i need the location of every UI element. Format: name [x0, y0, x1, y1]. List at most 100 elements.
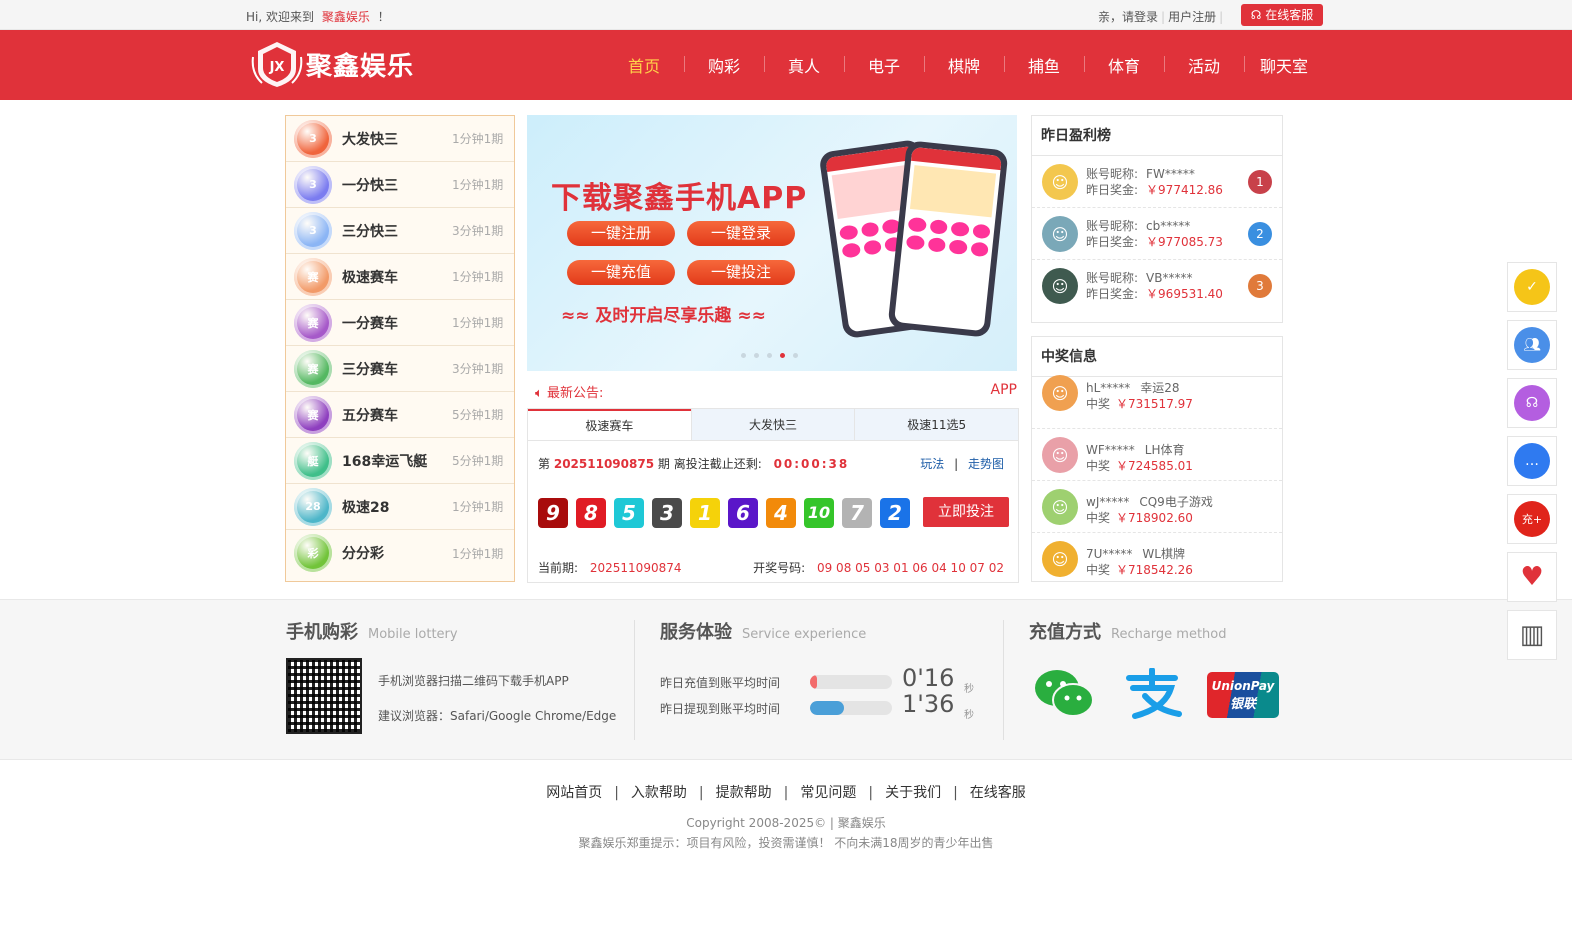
app-link[interactable]: APP [991, 382, 1017, 398]
lottery-icon: 赛 [294, 349, 332, 388]
footer-link[interactable]: 常见问题 [800, 785, 856, 801]
lottery-item[interactable]: 赛五分赛车 5分钟1期 [286, 392, 514, 438]
winner-nick: hL***** [1086, 381, 1131, 395]
nav-item[interactable]: 体育 [1084, 53, 1164, 77]
tab-dafa-kuaisan[interactable]: 大发快三 [690, 409, 855, 440]
headset-icon: ☊ [1250, 8, 1266, 22]
float-tool-button[interactable]: ♥ [1507, 552, 1557, 602]
notice-label: 🔈︎ 最新公告: [535, 382, 603, 401]
footer-link[interactable]: 关于我们 [885, 785, 941, 801]
lottery-item[interactable]: 赛一分赛车 1分钟1期 [286, 300, 514, 346]
banner-dot[interactable] [741, 353, 746, 358]
avatar: ☺ [1042, 216, 1078, 252]
lottery-icon: 彩 [294, 534, 332, 572]
nav-item[interactable]: 聊天室 [1244, 53, 1324, 77]
float-tool-button[interactable]: … [1507, 436, 1557, 486]
link-separator: | [953, 785, 958, 801]
nav-item[interactable]: 真人 [764, 53, 844, 77]
banner-dot[interactable] [780, 353, 785, 358]
banner-dot[interactable] [793, 353, 798, 358]
banner-dot[interactable] [767, 353, 772, 358]
lottery-period: 5分钟1期 [452, 408, 504, 422]
ranking-nick-line: 账号昵称: cb***** [1086, 217, 1190, 234]
winner-amount-line: 中奖 ￥718902.60 [1086, 509, 1193, 526]
rank-medal: 1 [1248, 170, 1272, 194]
footer-link[interactable]: 入款帮助 [631, 785, 687, 801]
online-service-button[interactable]: ☊ 在线客服 [1241, 4, 1323, 26]
countdown-timer: 00:00:38 [773, 457, 850, 471]
winner-amount: ￥731517.97 [1116, 397, 1193, 411]
app-download-banner[interactable]: 下载聚鑫手机APP 一键注册 一键登录 一键充值 一键投注 ≈≈ 及时开启尽享乐… [527, 115, 1017, 371]
lottery-item[interactable]: 28 极速28 1分钟1期 [286, 484, 514, 530]
service-section-subtitle: Service experience [742, 627, 867, 642]
issue-prefix: 第 [538, 457, 551, 471]
nav-item[interactable]: 购彩 [684, 53, 764, 77]
lottery-period: 1分钟1期 [452, 132, 504, 146]
winners-list: ☺ hL***** 幸运28 中奖 ￥731517.97 ☺ WF***** LH体育 中奖 ￥7… [1032, 375, 1282, 581]
rank-medal: 2 [1248, 222, 1272, 246]
nickname: VB***** [1146, 271, 1193, 285]
nav-item[interactable]: 活动 [1164, 53, 1244, 77]
float-tool-button[interactable]: ☊ [1507, 378, 1557, 428]
prize-label: 昨日奖金: [1086, 235, 1139, 249]
speaker-icon: 🔈︎ [535, 386, 547, 401]
float-tool-button[interactable]: ▥ [1507, 610, 1557, 660]
trend-chart-link[interactable]: 走势图 [968, 457, 1004, 471]
footer-link[interactable]: 提款帮助 [716, 785, 772, 801]
brand-link[interactable]: 聚鑫娱乐 [322, 10, 370, 24]
lottery-item[interactable]: 3 一分快三 1分钟1期 [286, 162, 514, 208]
lottery-item[interactable]: 3 三分快三 3分钟1期 [286, 208, 514, 254]
chat-icon: … [1514, 443, 1550, 479]
ranking-title: 昨日盈利榜 [1032, 116, 1282, 156]
float-tool-button[interactable]: ✓ [1507, 262, 1557, 312]
recharge-section-title: 充值方式 [1029, 622, 1101, 643]
banner-recharge-button[interactable]: 一键充值 [567, 260, 675, 285]
winner-amount: ￥718542.26 [1116, 563, 1193, 577]
qr-instruction: 手机浏览器扫描二维码下载手机APP [378, 674, 569, 688]
winner-row: ☺ wJ***** CQ9电子游戏 中奖 ￥718902.60 [1032, 481, 1282, 533]
bet-now-button[interactable]: 立即投注 [923, 497, 1009, 527]
recharge-section-subtitle: Recharge method [1111, 627, 1227, 642]
ranking-nick-line: 账号昵称: FW***** [1086, 165, 1195, 182]
prize-label: 中奖 [1086, 397, 1111, 411]
float-tool-button[interactable]: 充+ [1507, 494, 1557, 544]
lottery-item[interactable]: 艇 168幸运飞艇 5分钟1期 [286, 438, 514, 484]
tab-jisu-saiche[interactable]: 极速赛车 [528, 409, 691, 440]
nav-item[interactable]: 电子 [844, 53, 924, 77]
risk-warning: 聚鑫娱乐郑重提示：项目有风险，投资需谨慎！ 不向未满18周岁的青少年出售 [578, 836, 994, 850]
nav-item[interactable]: 捕鱼 [1004, 53, 1084, 77]
footer-link[interactable]: 网站首页 [546, 785, 602, 801]
login-link[interactable]: 亲，请登录 [1098, 8, 1158, 25]
nav-item[interactable]: 首页 [604, 53, 684, 77]
lottery-item[interactable]: 赛三分赛车 3分钟1期 [286, 346, 514, 392]
draw-result: 开奖号码: 09 08 05 03 01 06 04 10 07 02 [753, 559, 1004, 576]
alipay-icon [1126, 668, 1182, 719]
site-logo[interactable]: JX 聚鑫娱乐 [250, 38, 430, 90]
lottery-item[interactable]: 彩分分彩 1分钟1期 [286, 530, 514, 576]
winners-panel: 中奖信息 ☺ hL***** 幸运28 中奖 ￥731517.97 ☺ WF***** LH体… [1031, 336, 1283, 582]
winner-game: CQ9电子游戏 [1139, 495, 1213, 509]
banner-slogan: ≈≈ 及时开启尽享乐趣 ≈≈ [561, 301, 766, 326]
unionpay-icon: UnionPay 银联 [1207, 672, 1279, 718]
lottery-item[interactable]: 3 大发快三 1分钟1期 [286, 116, 514, 162]
lottery-name: 分分彩 [342, 546, 384, 562]
lottery-name: 极速赛车 [342, 269, 398, 286]
banner-dot[interactable] [754, 353, 759, 358]
nav-item[interactable]: 棋牌 [924, 53, 1004, 77]
lottery-item[interactable]: 赛极速赛车 1分钟1期 [286, 254, 514, 300]
footer-link[interactable]: 在线客服 [970, 785, 1026, 801]
banner-bet-button[interactable]: 一键投注 [687, 260, 795, 285]
banner-login-button[interactable]: 一键登录 [687, 221, 795, 246]
lottery-name: 一分快三 [342, 177, 398, 194]
winners-title: 中奖信息 [1032, 337, 1282, 377]
banner-register-button[interactable]: 一键注册 [567, 221, 675, 246]
withdraw-time-label: 昨日提现到账平均时间 [660, 702, 781, 716]
lottery-period: 1分钟1期 [452, 316, 504, 330]
avatar: ☺ [1042, 541, 1078, 577]
register-link[interactable]: 用户注册 [1168, 8, 1216, 25]
float-tool-button[interactable]: 👥︎ [1507, 320, 1557, 370]
lottery-period: 1分钟1期 [452, 546, 504, 561]
tab-jisu-11x5[interactable]: 极速11选5 [854, 409, 1019, 440]
rules-link[interactable]: 玩法 [920, 457, 944, 471]
winner-amount-line: 中奖 ￥731517.97 [1086, 395, 1193, 412]
